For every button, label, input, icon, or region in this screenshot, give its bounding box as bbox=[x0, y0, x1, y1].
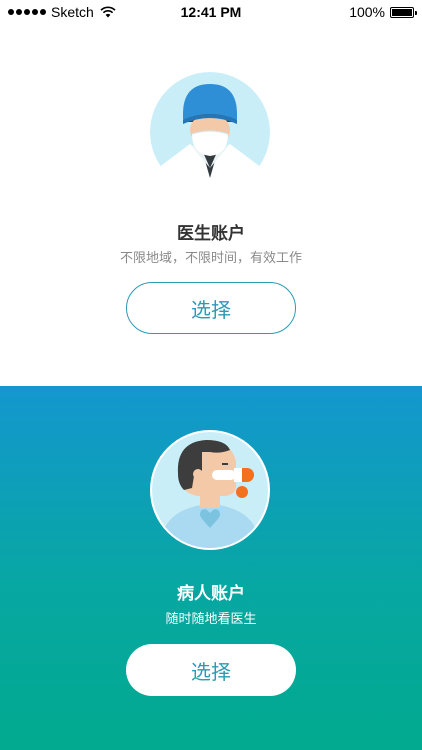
doctor-avatar-icon bbox=[150, 72, 270, 192]
doctor-account-title: 医生账户 bbox=[177, 224, 245, 244]
doctor-account-subtitle: 不限地域，不限时间，有效工作 bbox=[119, 251, 302, 266]
battery-icon bbox=[390, 6, 417, 18]
doctor-select-button[interactable]: 选择 bbox=[126, 282, 296, 334]
status-bar: Sketch 12:41 PM 100% bbox=[0, 0, 422, 24]
battery-percent: 100% bbox=[349, 4, 385, 20]
status-right: 100% bbox=[349, 4, 417, 20]
patient-select-button[interactable]: 选择 bbox=[126, 644, 296, 696]
patient-account-subtitle: 随时随地看医生 bbox=[165, 612, 257, 627]
patient-avatar-icon bbox=[150, 430, 270, 550]
patient-account-title: 病人账户 bbox=[177, 584, 245, 604]
doctor-account-section: 医生账户 不限地域，不限时间，有效工作 选择 bbox=[0, 24, 422, 386]
patient-account-section: 病人账户 随时随地看医生 选择 bbox=[0, 386, 422, 750]
